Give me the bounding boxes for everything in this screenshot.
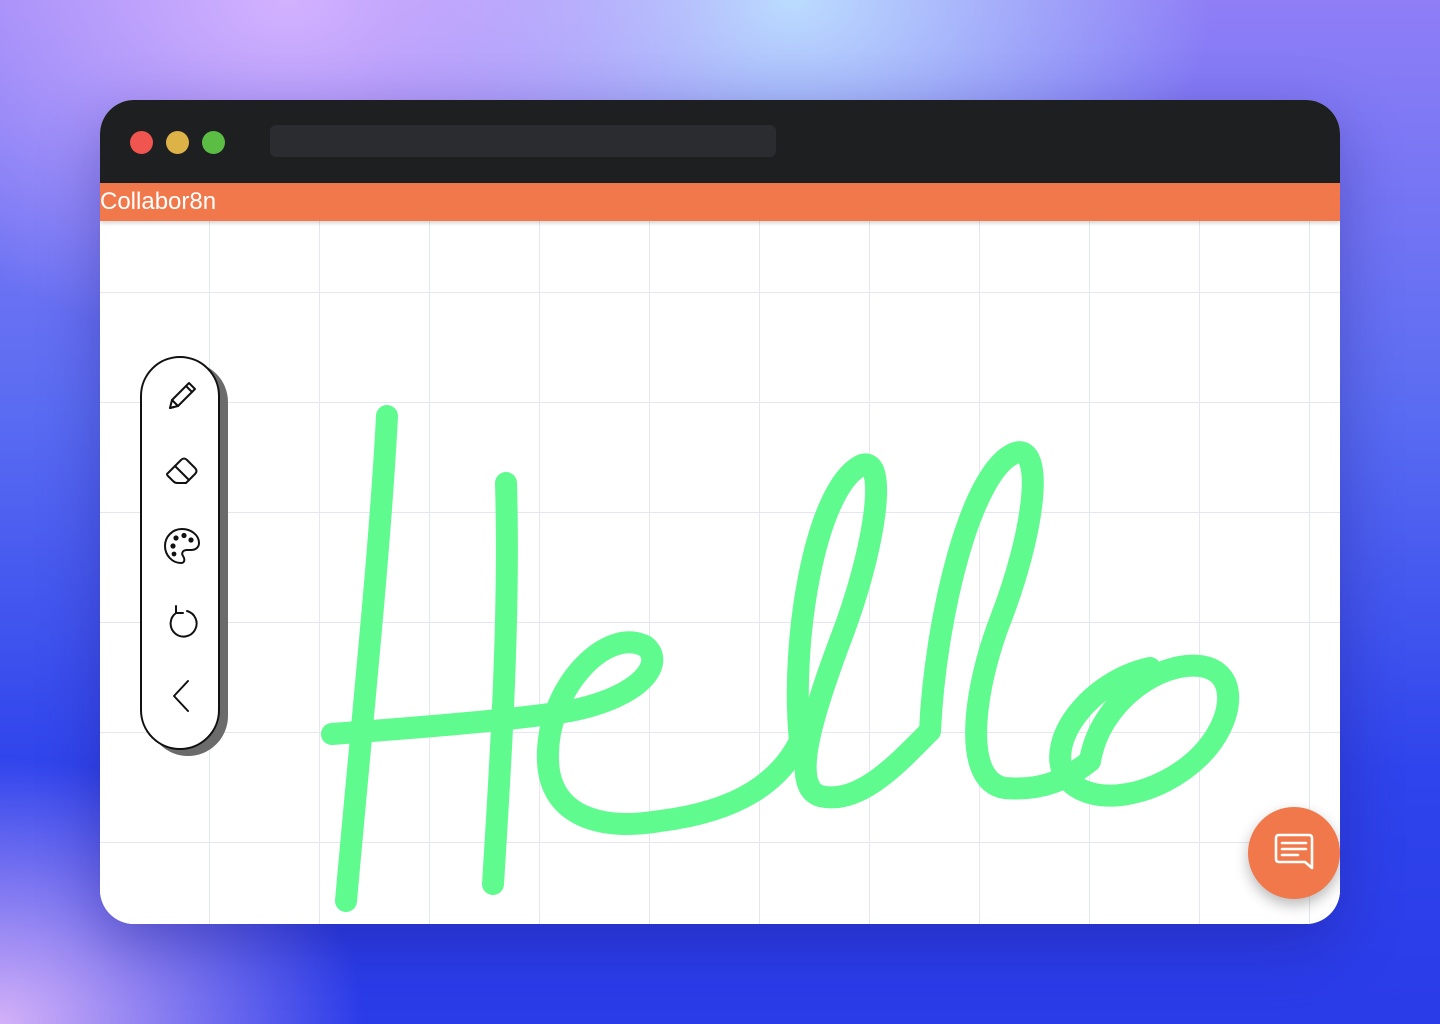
palette-tool-button[interactable] [160,524,204,568]
undo-icon [169,605,198,638]
pencil-icon [169,382,196,409]
zoom-window-button[interactable] [202,131,225,154]
chat-button[interactable] [1248,807,1340,899]
chevron-left-icon [173,680,189,712]
back-tool-button[interactable] [160,674,204,718]
drawing-toolbar [140,356,220,750]
undo-tool-button[interactable] [160,599,204,643]
palette-icon [164,528,200,564]
app-title: Collabor8n [100,188,217,215]
address-bar[interactable] [270,125,776,157]
chat-icon [1274,833,1314,870]
drawing-canvas[interactable] [100,221,1340,924]
stroke-crossbar-e [321,631,811,835]
pencil-tool-button[interactable] [160,374,204,418]
hello-drawing [321,405,1240,912]
eraser-tool-button[interactable] [160,449,204,493]
minimize-window-button[interactable] [166,131,189,154]
close-window-button[interactable] [130,131,153,154]
window-titlebar [100,100,1340,183]
stroke-first-l [786,453,941,809]
stroke-h-left-stem [335,405,398,912]
browser-window: Collabor8n [100,100,1340,924]
app-header: Collabor8n [100,183,1340,221]
eraser-icon [166,457,198,484]
stroke-h-right-stem [482,472,518,895]
